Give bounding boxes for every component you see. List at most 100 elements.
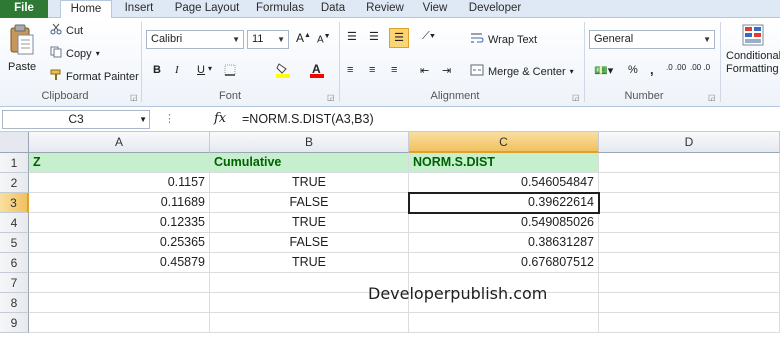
- italic-button[interactable]: I: [175, 64, 179, 76]
- cell-d6[interactable]: [599, 253, 780, 273]
- comma-button[interactable]: ,: [650, 62, 654, 77]
- cell-a8[interactable]: [29, 293, 210, 313]
- cell-b9[interactable]: [210, 313, 409, 333]
- dialog-launcher-icon[interactable]: ◲: [130, 93, 138, 102]
- align-middle-button[interactable]: ☰: [369, 30, 379, 43]
- cell-b4[interactable]: TRUE: [210, 213, 409, 233]
- copy-button[interactable]: Copy ▾: [50, 46, 100, 61]
- cell-c9[interactable]: [409, 313, 599, 333]
- row-header-6[interactable]: 6: [0, 253, 29, 273]
- row-header-4[interactable]: 4: [0, 213, 29, 233]
- accounting-format-button[interactable]: 💵▾: [594, 64, 613, 77]
- fill-color-button[interactable]: [276, 62, 290, 81]
- cell-b5[interactable]: FALSE: [210, 233, 409, 253]
- formula-input[interactable]: =NORM.S.DIST(A3,B3): [242, 112, 374, 126]
- wrap-text-button[interactable]: Wrap Text: [470, 32, 537, 47]
- cell-a9[interactable]: [29, 313, 210, 333]
- column-header-b[interactable]: B: [210, 132, 409, 153]
- cell-a2[interactable]: 0.1157: [29, 173, 210, 193]
- merge-center-button[interactable]: Merge & Center ▾: [470, 64, 574, 79]
- cell-a5[interactable]: 0.25365: [29, 233, 210, 253]
- bold-button[interactable]: B: [153, 64, 161, 76]
- borders-button[interactable]: [224, 64, 236, 79]
- tab-developer[interactable]: Developer: [464, 0, 526, 18]
- cell-a1[interactable]: Z: [29, 153, 210, 173]
- outdent-icon: ⇤: [420, 65, 430, 77]
- row-header-5[interactable]: 5: [0, 233, 29, 253]
- row-header-9[interactable]: 9: [0, 313, 29, 333]
- row-header-8[interactable]: 8: [0, 293, 29, 313]
- column-header-d[interactable]: D: [599, 132, 780, 153]
- cell-b3[interactable]: FALSE: [210, 193, 409, 213]
- cell-c4[interactable]: 0.549085026: [409, 213, 599, 233]
- row-header-2[interactable]: 2: [0, 173, 29, 193]
- row-header-3[interactable]: 3: [0, 193, 29, 213]
- grow-font-button[interactable]: A▲: [296, 31, 311, 45]
- spreadsheet-grid: A B C D 1 2 3 4 5 6 7 8 9 Z Cumulative N…: [0, 132, 780, 342]
- paste-button[interactable]: Paste: [8, 24, 36, 73]
- cell-a3[interactable]: 0.11689: [29, 193, 210, 213]
- decrease-decimal-button[interactable]: .00 .0: [690, 64, 710, 72]
- insert-function-button[interactable]: fx: [214, 111, 226, 126]
- font-name-select[interactable]: Calibri ▼: [146, 30, 244, 49]
- increase-decimal-button[interactable]: .0 .00: [666, 64, 686, 72]
- format-painter-button[interactable]: Format Painter: [50, 69, 139, 84]
- tab-home[interactable]: Home: [60, 0, 112, 19]
- row-header-1[interactable]: 1: [0, 153, 29, 173]
- shrink-font-button[interactable]: A▼: [317, 33, 331, 45]
- dialog-launcher-icon[interactable]: ◲: [327, 93, 335, 102]
- name-box[interactable]: C3 ▼: [2, 110, 150, 129]
- font-size-select[interactable]: 11 ▼: [247, 30, 289, 49]
- decrease-indent-button[interactable]: ⇤: [420, 64, 429, 77]
- align-right-button[interactable]: ≡: [391, 64, 397, 76]
- cell-d2[interactable]: [599, 173, 780, 193]
- tab-data[interactable]: Data: [316, 0, 350, 18]
- align-left-button[interactable]: ≡: [347, 64, 353, 76]
- tab-file[interactable]: File: [0, 0, 48, 18]
- cell-c6[interactable]: 0.676807512: [409, 253, 599, 273]
- tab-formulas[interactable]: Formulas: [252, 0, 308, 18]
- tab-view[interactable]: View: [418, 0, 452, 18]
- cell-d1[interactable]: [599, 153, 780, 173]
- align-right-icon: ≡: [391, 64, 398, 76]
- wrap-text-icon: [470, 32, 484, 47]
- cell-c3-active[interactable]: 0.39622614: [408, 192, 600, 214]
- cell-a6[interactable]: 0.45879: [29, 253, 210, 273]
- number-format-select[interactable]: General ▼: [589, 30, 715, 49]
- align-top-button[interactable]: ☰: [347, 30, 357, 43]
- cell-c2[interactable]: 0.546054847: [409, 173, 599, 193]
- underline-button[interactable]: U: [197, 64, 205, 76]
- column-header-c[interactable]: C: [409, 132, 599, 153]
- dialog-launcher-icon[interactable]: ◲: [708, 93, 716, 102]
- cell-d5[interactable]: [599, 233, 780, 253]
- cell-d3[interactable]: [599, 193, 780, 213]
- cell-b2[interactable]: TRUE: [210, 173, 409, 193]
- cell-d4[interactable]: [599, 213, 780, 233]
- cell-d8[interactable]: [599, 293, 780, 313]
- increase-indent-button[interactable]: ⇥: [442, 64, 451, 77]
- conditional-formatting-button[interactable]: Conditional Formatting: [726, 24, 780, 75]
- cut-button[interactable]: Cut: [50, 23, 83, 38]
- dialog-launcher-icon[interactable]: ◲: [572, 93, 580, 102]
- align-center-button[interactable]: ≡: [369, 64, 375, 76]
- tab-insert[interactable]: Insert: [118, 0, 160, 18]
- orientation-button[interactable]: ⟋▾: [422, 30, 435, 43]
- percent-button[interactable]: %: [628, 64, 638, 76]
- scissors-icon: [50, 23, 62, 38]
- cell-c5[interactable]: 0.38631287: [409, 233, 599, 253]
- select-all-button[interactable]: [0, 132, 29, 153]
- cell-b1[interactable]: Cumulative: [210, 153, 409, 173]
- cell-d7[interactable]: [599, 273, 780, 293]
- cell-a7[interactable]: [29, 273, 210, 293]
- font-color-button[interactable]: A: [310, 62, 324, 81]
- chevron-down-icon[interactable]: ▾: [208, 64, 212, 73]
- align-bottom-button[interactable]: ☰: [389, 28, 409, 48]
- tab-page-layout[interactable]: Page Layout: [168, 0, 246, 18]
- column-header-a[interactable]: A: [29, 132, 210, 153]
- cell-b6[interactable]: TRUE: [210, 253, 409, 273]
- cell-c1[interactable]: NORM.S.DIST: [409, 153, 599, 173]
- tab-review[interactable]: Review: [362, 0, 408, 18]
- cell-a4[interactable]: 0.12335: [29, 213, 210, 233]
- row-header-7[interactable]: 7: [0, 273, 29, 293]
- cell-d9[interactable]: [599, 313, 780, 333]
